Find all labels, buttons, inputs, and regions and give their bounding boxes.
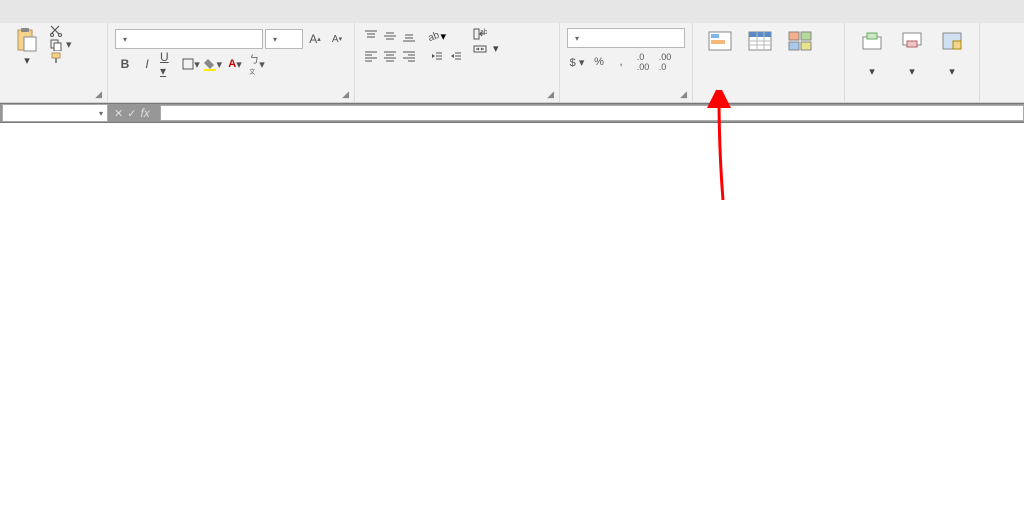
align-center-icon[interactable] — [381, 48, 399, 64]
font-dialog-launcher[interactable]: ◢ — [342, 89, 349, 100]
format-painter-button[interactable] — [50, 52, 72, 64]
formula-bar: ▾ ✕ ✓ fx — [0, 103, 1024, 123]
cut-button[interactable] — [50, 25, 72, 37]
decrease-decimal-icon[interactable]: .00.0 — [655, 53, 675, 71]
group-cells: ▾ ▾ ▾ — [845, 23, 980, 102]
number-dialog-launcher[interactable]: ◢ — [680, 89, 687, 100]
align-left-icon[interactable] — [362, 48, 380, 64]
merge-center-button[interactable]: ▾ — [473, 42, 499, 55]
font-size-combo[interactable]: ▾ — [265, 29, 303, 49]
increase-font-icon[interactable]: A▴ — [305, 30, 325, 48]
delete-cells-button[interactable]: ▾ — [892, 25, 932, 80]
comma-button[interactable]: , — [611, 53, 631, 71]
group-styles — [693, 23, 845, 102]
wrap-text-button[interactable]: ab — [473, 28, 499, 40]
format-cells-button[interactable]: ▾ — [932, 25, 972, 80]
phonetic-button[interactable]: ㄅ文▾ — [247, 55, 267, 73]
group-alignment: ab▾ ab ▾ ◢ — [355, 23, 560, 102]
alignment-dialog-launcher[interactable]: ◢ — [547, 89, 554, 100]
increase-decimal-icon[interactable]: .0.00 — [633, 53, 653, 71]
bold-button[interactable]: B — [115, 55, 135, 73]
cancel-formula-icon[interactable]: ✕ — [114, 107, 123, 120]
insert-cells-button[interactable]: ▾ — [852, 25, 892, 80]
cell-styles-button[interactable] — [780, 25, 820, 58]
fill-color-button[interactable]: ▾ — [203, 55, 223, 73]
align-middle-icon[interactable] — [381, 28, 399, 44]
increase-indent-icon[interactable] — [447, 48, 465, 64]
align-bottom-icon[interactable] — [400, 28, 418, 44]
svg-text:ab: ab — [428, 30, 440, 43]
orientation-button[interactable]: ab▾ — [428, 28, 446, 44]
group-number: ▾ $ ▾ % , .0.00 .00.0 ◢ — [560, 23, 693, 102]
align-right-icon[interactable] — [400, 48, 418, 64]
border-button[interactable]: ▾ — [181, 55, 201, 73]
fx-icon[interactable]: fx — [140, 106, 149, 120]
clipboard-dialog-launcher[interactable]: ◢ — [95, 89, 102, 100]
underline-button[interactable]: U ▾ — [159, 55, 179, 73]
font-name-combo[interactable]: ▾ — [115, 29, 263, 49]
group-clipboard: ▾ ▾ ◢ — [0, 23, 108, 102]
percent-button[interactable]: % — [589, 53, 609, 71]
font-color-button[interactable]: A▾ — [225, 55, 245, 73]
paste-button[interactable]: ▾ — [7, 25, 47, 69]
ribbon: ▾ ▾ ◢ ▾ ▾ A▴ A▾ B I U ▾ ▾ ▾ — [0, 23, 1024, 103]
currency-button[interactable]: $ ▾ — [567, 53, 587, 71]
conditional-formatting-button[interactable] — [700, 25, 740, 58]
format-as-table-button[interactable] — [740, 25, 780, 58]
align-top-icon[interactable] — [362, 28, 380, 44]
copy-button[interactable]: ▾ — [50, 38, 72, 51]
formula-input[interactable] — [160, 105, 1024, 121]
enter-formula-icon[interactable]: ✓ — [127, 107, 136, 120]
italic-button[interactable]: I — [137, 55, 157, 73]
number-format-combo[interactable]: ▾ — [567, 28, 685, 48]
decrease-font-icon[interactable]: A▾ — [327, 30, 347, 48]
group-font: ▾ ▾ A▴ A▾ B I U ▾ ▾ ▾ A▾ ㄅ文▾ ◢ — [108, 23, 355, 102]
decrease-indent-icon[interactable] — [428, 48, 446, 64]
name-box[interactable]: ▾ — [2, 104, 108, 122]
menu-bar — [0, 0, 1024, 23]
